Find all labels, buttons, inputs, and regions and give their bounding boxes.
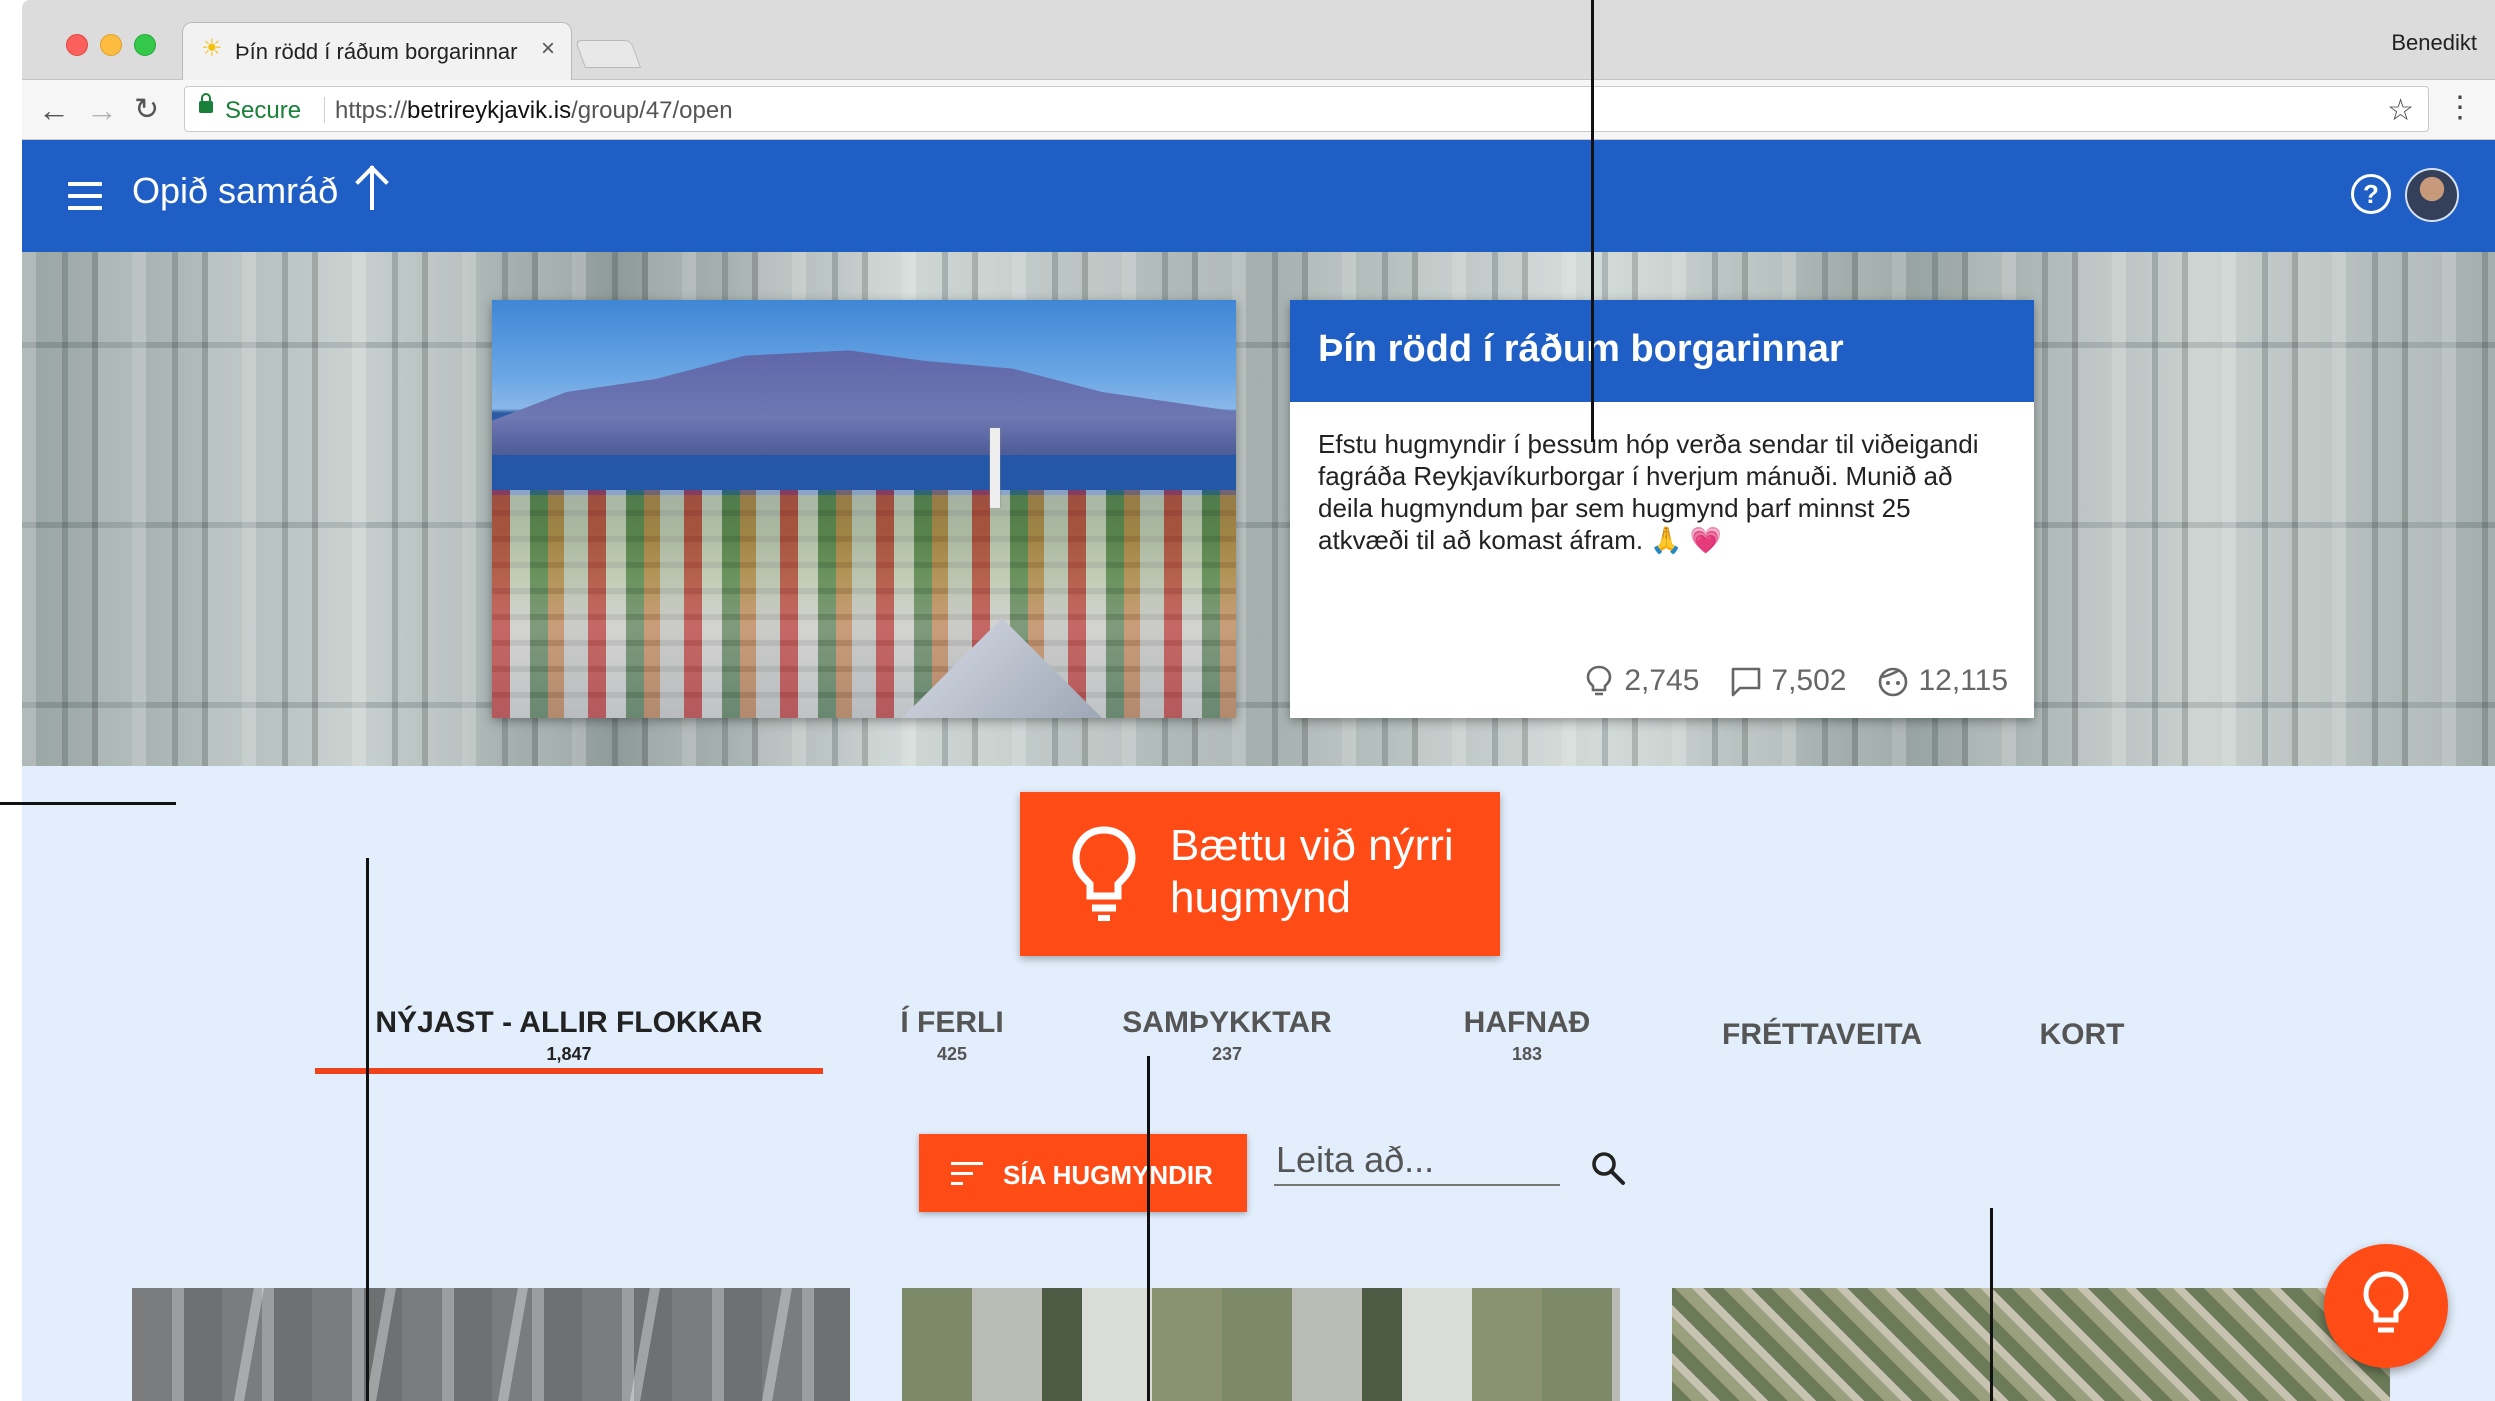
filter-list-icon — [951, 1162, 983, 1186]
back-arrow-icon[interactable]: ← — [38, 92, 70, 128]
photo-mountain — [492, 350, 1236, 470]
address-bar[interactable]: Secure https://betrireykjavik.is/group/4… — [184, 86, 2429, 132]
comments-stat: 7,502 — [1729, 664, 1846, 698]
annotation-line — [1147, 1056, 1150, 1401]
arrow-up-icon[interactable] — [352, 162, 392, 212]
ideas-stat: 2,745 — [1582, 664, 1699, 698]
lightbulb-icon — [2363, 1271, 2409, 1333]
lightbulb-icon — [1587, 665, 1612, 696]
secure-label: Secure — [225, 97, 302, 124]
tab-label: Í FERLI — [900, 1006, 1004, 1039]
tab-news-feed[interactable]: FRÉTTAVEITA — [1702, 996, 1942, 1082]
app-title: Opið samráð — [132, 170, 339, 211]
main-content: Bættu við nýrri hugmynd NÝJAST - ALLIR F… — [22, 766, 2495, 1401]
tab-in-progress[interactable]: Í FERLI 425 — [852, 996, 1052, 1082]
user-avatar[interactable] — [2405, 168, 2459, 222]
tab-label: KORT — [2039, 1018, 2125, 1051]
url-text[interactable]: https://betrireykjavik.is/group/47/open — [335, 97, 733, 125]
search-icon[interactable] — [1590, 1150, 1626, 1186]
forward-arrow-icon[interactable]: → — [86, 92, 118, 128]
idea-card-image[interactable] — [1672, 1288, 2390, 1401]
tab-count: 183 — [1511, 1044, 1543, 1064]
new-tab-button[interactable] — [574, 40, 642, 68]
tab-rejected[interactable]: HAFNAÐ 183 — [1422, 996, 1632, 1082]
url-divider — [324, 97, 325, 123]
tab-count: 425 — [936, 1044, 968, 1064]
browser-window: ☀ Þín rödd í ráðum borgarinnar × Benedik… — [0, 0, 2495, 1401]
new-idea-fab[interactable] — [2324, 1244, 2448, 1368]
lightbulb-icon — [1072, 826, 1136, 921]
photo-church-tower — [990, 428, 1000, 508]
browser-tab-title: Þín rödd í ráðum borgarinnar — [235, 39, 518, 64]
annotation-line — [0, 802, 176, 805]
annotation-line — [366, 858, 369, 1401]
url-scheme: https:// — [335, 97, 408, 124]
filter-ideas-label: SÍA HUGMYNDIR — [1003, 1160, 1213, 1190]
app-header: Opið samráð ? — [22, 140, 2495, 252]
comments-count: 7,502 — [1771, 664, 1847, 697]
new-idea-button[interactable]: Bættu við nýrri hugmynd — [1020, 792, 1500, 956]
group-header-banner: Þín rödd í ráðum borgarinnar Efstu hugmy… — [22, 252, 2495, 766]
search-input[interactable] — [1274, 1136, 1560, 1186]
tab-label: NÝJAST - ALLIR FLOKKAR — [375, 1006, 763, 1039]
url-path: /group/47/open — [571, 97, 733, 124]
comment-icon — [1732, 667, 1761, 697]
tab-label: FRÉTTAVEITA — [1722, 1018, 1922, 1051]
users-count: 12,115 — [1918, 664, 2008, 697]
lock-icon — [199, 93, 213, 113]
favicon-icon: ☀ — [201, 35, 223, 62]
users-stat: 12,115 — [1876, 664, 2008, 698]
hamburger-icon[interactable] — [68, 182, 102, 210]
group-title: Þín rödd í ráðum borgarinnar — [1318, 328, 1844, 370]
photo-city-roofs — [492, 490, 1236, 718]
active-tab-indicator — [315, 1068, 823, 1074]
browser-menu-icon[interactable]: ⋮ — [2445, 90, 2475, 126]
browser-tab-bar: ☀ Þín rödd í ráðum borgarinnar × Benedik… — [22, 0, 2495, 80]
idea-card-image[interactable] — [902, 1288, 1620, 1401]
group-info-header: Þín rödd í ráðum borgarinnar — [1290, 300, 2034, 402]
annotation-line — [1990, 1208, 1993, 1401]
close-window-button[interactable] — [66, 34, 88, 56]
tab-label: SAMÞYKKTAR — [1122, 1006, 1332, 1039]
browser-profile-name[interactable]: Benedikt — [2391, 30, 2477, 56]
browser-toolbar: ← → ↻ Secure https://betrireykjavik.is/g… — [22, 80, 2495, 140]
filter-ideas-button[interactable]: SÍA HUGMYNDIR — [919, 1134, 1247, 1212]
reload-icon[interactable]: ↻ — [134, 92, 159, 128]
url-host: betrireykjavik.is — [407, 97, 572, 124]
tab-map[interactable]: KORT — [2012, 996, 2152, 1082]
browser-tab-active[interactable]: ☀ Þín rödd í ráðum borgarinnar × — [182, 22, 572, 80]
tab-approved[interactable]: SAMÞYKKTAR 237 — [1102, 996, 1352, 1082]
tab-count: 1,847 — [546, 1044, 592, 1064]
group-description: Efstu hugmyndir í þessum hóp verða senda… — [1318, 429, 1979, 555]
bookmark-star-icon[interactable]: ☆ — [2387, 93, 2414, 128]
idea-card-image[interactable] — [132, 1288, 850, 1401]
new-idea-label: Bættu við nýrri hugmynd — [1170, 821, 1454, 922]
minimize-window-button[interactable] — [100, 34, 122, 56]
group-info-card: Þín rödd í ráðum borgarinnar Efstu hugmy… — [1290, 300, 2034, 718]
group-logo-image — [492, 300, 1236, 718]
maximize-window-button[interactable] — [134, 34, 156, 56]
face-icon — [1879, 667, 1908, 697]
group-stats: 2,745 7,502 12,115 — [1582, 664, 2008, 698]
ideas-count: 2,745 — [1624, 664, 1700, 697]
tab-count: 237 — [1211, 1044, 1243, 1064]
close-tab-icon[interactable]: × — [541, 37, 555, 61]
photo-sea — [492, 455, 1236, 495]
annotation-line — [1591, 0, 1594, 442]
tab-label: HAFNAÐ — [1463, 1006, 1591, 1039]
help-circle-icon[interactable]: ? — [2351, 174, 2391, 214]
